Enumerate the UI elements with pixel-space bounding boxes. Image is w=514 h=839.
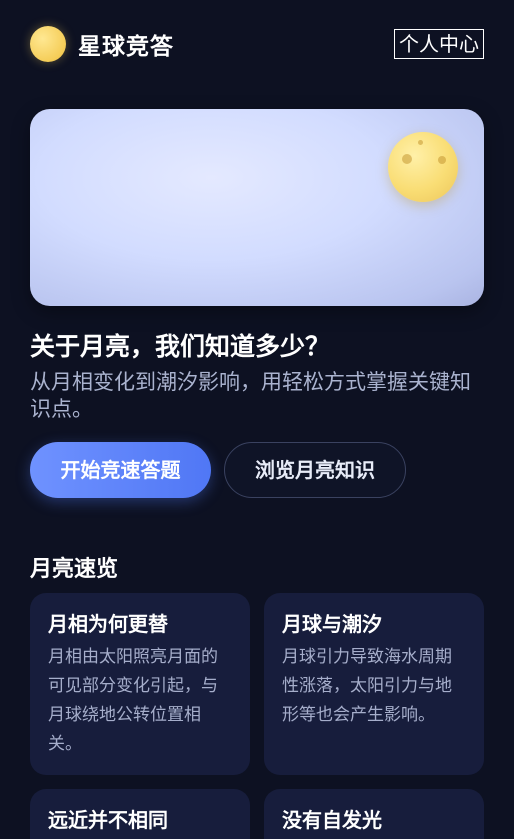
card-title: 月球与潮汐 bbox=[282, 612, 382, 636]
section-title-moon-overview: 月亮速览 bbox=[30, 557, 119, 582]
browse-knowledge-button[interactable]: 浏览月亮知识 bbox=[224, 442, 406, 498]
card-title: 远近并不相同 bbox=[48, 808, 168, 832]
moon-crater bbox=[418, 140, 423, 145]
card-body: 月球引力导致海水周期性涨落，太阳引力与地形等也会产生影响。 bbox=[282, 647, 452, 725]
knowledge-card[interactable]: 月相为何更替 月相由太阳照亮月面的可见部分变化引起，与月球绕地公转位置相关。 bbox=[30, 593, 250, 775]
hero-banner bbox=[30, 109, 484, 306]
start-quiz-button[interactable]: 开始竞速答题 bbox=[30, 442, 211, 498]
moon-crater bbox=[402, 154, 412, 164]
brand-name: 星球竞答 bbox=[78, 34, 174, 60]
app-header: 星球竞答 个人中心 bbox=[30, 26, 484, 62]
card-title: 月相为何更替 bbox=[48, 612, 168, 636]
moon-logo-icon bbox=[30, 26, 66, 62]
brand[interactable]: 星球竞答 bbox=[30, 26, 174, 62]
card-title: 没有自发光 bbox=[282, 808, 382, 832]
page-title: 关于月亮，我们知道多少？ bbox=[30, 332, 331, 361]
knowledge-card[interactable]: 没有自发光 bbox=[264, 789, 484, 839]
card-body: 月相由太阳照亮月面的可见部分变化引起，与月球绕地公转位置相关。 bbox=[48, 647, 218, 754]
page-subtitle: 从月相变化到潮汐影响，用轻松方式掌握关键知识点。 bbox=[30, 370, 471, 421]
knowledge-card[interactable]: 月球与潮汐 月球引力导致海水周期性涨落，太阳引力与地形等也会产生影响。 bbox=[264, 593, 484, 775]
moon-crater bbox=[438, 156, 446, 164]
profile-center-button[interactable]: 个人中心 bbox=[394, 29, 484, 59]
moon-illustration-icon bbox=[388, 132, 458, 202]
knowledge-card[interactable]: 远近并不相同 bbox=[30, 789, 250, 839]
